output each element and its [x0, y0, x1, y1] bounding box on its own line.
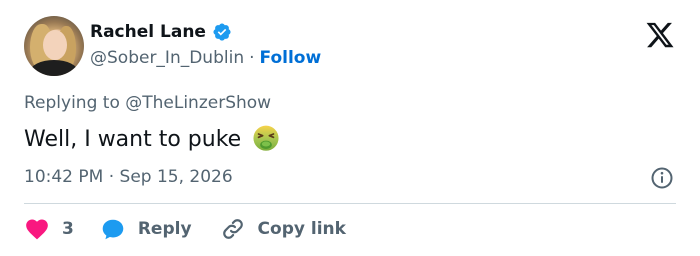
tweet-timestamp[interactable]: 10:42 PM · Sep 15, 2026	[24, 167, 233, 187]
reply-label: Reply	[137, 219, 192, 239]
like-button[interactable]: 3	[24, 216, 74, 242]
reply-context: Replying to @TheLinzerShow	[24, 93, 271, 113]
copy-link-button[interactable]: Copy link	[220, 216, 346, 242]
tweet-text: Well, I want to puke	[24, 126, 242, 152]
action-bar: 3 Reply Copy link	[24, 215, 346, 243]
reply-mention-link[interactable]: @TheLinzerShow	[125, 93, 271, 113]
nauseated-face-icon	[253, 125, 279, 151]
verified-badge-icon	[213, 23, 231, 41]
divider	[24, 203, 676, 204]
avatar-face	[43, 30, 67, 60]
author-name-row: Rachel Lane	[90, 22, 232, 42]
reply-button[interactable]: Reply	[100, 216, 192, 242]
follow-button[interactable]: Follow	[260, 48, 322, 68]
reply-bubble-icon	[102, 219, 124, 240]
avatar[interactable]	[24, 16, 84, 76]
info-icon[interactable]	[650, 166, 674, 190]
author-handle[interactable]: @Sober_In_Dublin	[90, 48, 244, 68]
tweet-body: Well, I want to puke	[24, 124, 281, 154]
author-handle-row: @Sober_In_Dublin · Follow	[90, 48, 321, 68]
separator-dot: ·	[249, 48, 255, 68]
copy-link-label: Copy link	[257, 219, 346, 239]
like-count: 3	[62, 219, 74, 239]
author-name[interactable]: Rachel Lane	[90, 22, 206, 42]
reply-prefix: Replying to	[24, 93, 120, 113]
heart-icon	[26, 219, 48, 240]
x-logo-icon[interactable]	[644, 20, 676, 50]
link-icon	[222, 219, 243, 239]
